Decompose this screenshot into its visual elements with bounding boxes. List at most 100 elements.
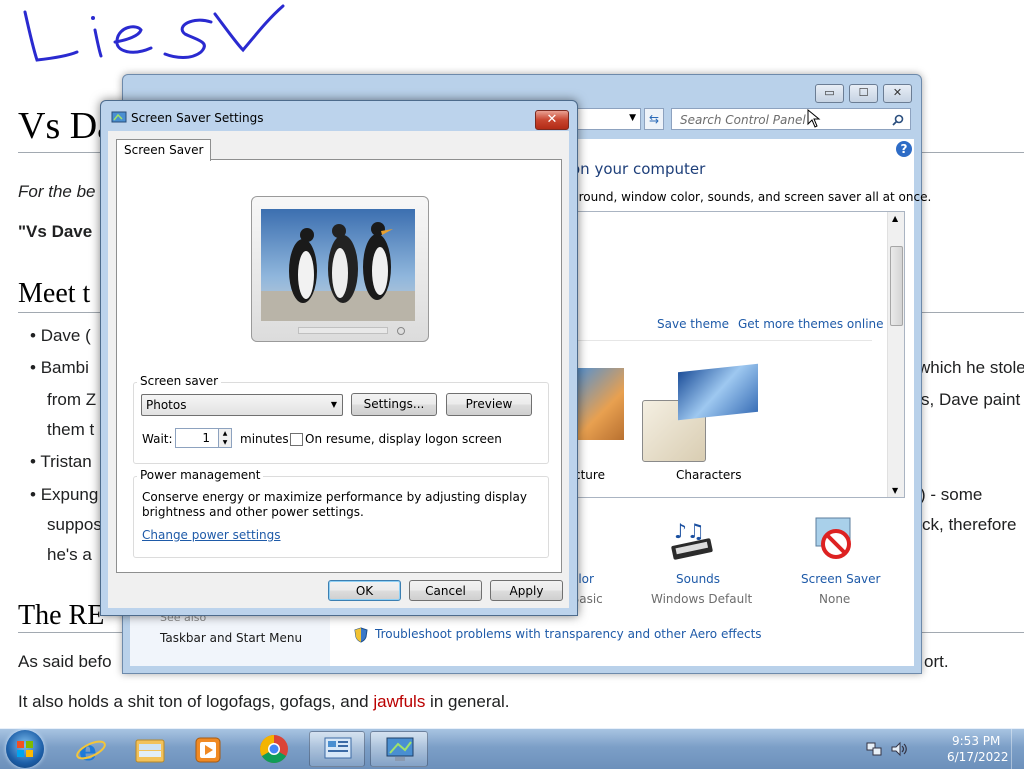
- bullet-4: • Expung: [30, 485, 99, 504]
- theme-picture-thumbnail[interactable]: [572, 368, 624, 440]
- wait-label: Wait:: [142, 432, 173, 446]
- intro-quote: "Vs Dave: [18, 222, 93, 241]
- dialog-title: Screen Saver Settings: [131, 111, 264, 125]
- screen-saver-settings-icon: [386, 737, 414, 761]
- section-heading-re: The RE: [18, 600, 105, 631]
- scroll-up-icon[interactable]: ▲: [892, 214, 898, 223]
- screen-saver-link[interactable]: Screen Saver: [801, 572, 880, 586]
- preview-button[interactable]: Preview: [446, 393, 532, 416]
- power-text-line-1: Conserve energy or maximize performance …: [142, 490, 527, 504]
- dialog-body: Screen Saver Screen saver Photos ▼ Setti…: [108, 131, 569, 608]
- monitor-base: [298, 327, 388, 334]
- minimize-button[interactable]: ▭: [815, 84, 844, 103]
- screen-saver-settings-dialog: Screen Saver Settings ✕ Screen Saver Scr…: [100, 100, 578, 616]
- show-desktop-button[interactable]: [1011, 729, 1024, 769]
- themes-list[interactable]: Save theme Get more themes online cture …: [571, 211, 905, 498]
- taskbar-media-player[interactable]: [180, 731, 234, 767]
- taskbar-start-menu-link[interactable]: Taskbar and Start Menu: [160, 631, 302, 645]
- preview-monitor: [251, 196, 429, 342]
- shield-icon: [354, 627, 368, 643]
- control-panel-icon: [324, 737, 352, 759]
- bullet-4-cont: suppos: [47, 515, 102, 534]
- svg-text:♪♫: ♪♫: [674, 519, 705, 543]
- close-button[interactable]: ✕: [883, 84, 912, 103]
- help-icon[interactable]: ?: [896, 141, 912, 157]
- personalization-heading: on your computer: [571, 160, 706, 178]
- search-input[interactable]: Search Control Panel: [671, 108, 911, 130]
- wait-minutes-input[interactable]: 1: [175, 428, 219, 448]
- monitor-power-icon: [397, 327, 405, 335]
- said-before-text: As said befo: [18, 652, 112, 671]
- save-theme-link[interactable]: Save theme: [657, 317, 729, 331]
- taskbar-screen-saver-settings[interactable]: [370, 731, 428, 767]
- handwriting-scribble: [23, 4, 285, 62]
- bullet-2: • Bambi: [30, 358, 89, 377]
- volume-icon[interactable]: [890, 741, 908, 757]
- ok-button[interactable]: OK: [328, 580, 401, 601]
- tab-screen-saver[interactable]: Screen Saver: [116, 139, 212, 161]
- folder-icon: [135, 739, 165, 763]
- sounds-icon[interactable]: ♪♫: [668, 514, 720, 566]
- screen-saver-icon[interactable]: [810, 514, 860, 564]
- sounds-link[interactable]: Sounds: [676, 572, 720, 586]
- get-more-themes-link[interactable]: Get more themes online: [738, 317, 884, 331]
- last-line: It also holds a shit ton of logofags, go…: [18, 692, 510, 711]
- taskbar-explorer[interactable]: [122, 731, 176, 767]
- taskbar-time[interactable]: 9:53 PM: [952, 734, 1000, 748]
- jawfuls-link[interactable]: jawfuls: [373, 692, 425, 711]
- change-power-settings-link[interactable]: Change power settings: [142, 528, 281, 542]
- screen-saver-tab-panel: Screen saver Photos ▼ Settings... Previe…: [116, 159, 562, 573]
- chrome-icon: [260, 735, 288, 763]
- bullet-1: • Dave (: [30, 326, 91, 345]
- chevron-down-icon[interactable]: ▼: [331, 400, 337, 409]
- said-before-right: ort.: [924, 652, 949, 671]
- themes-scrollbar[interactable]: ▲ ▼: [887, 212, 904, 497]
- themes-divider: [572, 340, 872, 341]
- screen-saver-group-label: Screen saver: [137, 374, 222, 388]
- bullet-3: • Tristan: [30, 452, 92, 471]
- right-fragment-1: which he stole: [918, 358, 1024, 377]
- apply-button[interactable]: Apply: [490, 580, 563, 601]
- power-management-label: Power management: [137, 468, 264, 482]
- settings-button[interactable]: Settings...: [351, 393, 437, 416]
- mouse-cursor-icon: [807, 109, 821, 128]
- resume-label[interactable]: On resume, display logon screen: [305, 432, 502, 446]
- bullet-4-cont2: he's a: [47, 545, 92, 564]
- intro-italic: For the be: [18, 182, 96, 201]
- resume-checkbox[interactable]: [290, 433, 303, 446]
- dialog-close-button[interactable]: ✕: [535, 110, 569, 130]
- sounds-sub: Windows Default: [651, 592, 753, 606]
- screen-saver-select-value: Photos: [146, 398, 187, 412]
- right-fragment-3: ) - some: [920, 485, 983, 504]
- cancel-button[interactable]: Cancel: [409, 580, 482, 601]
- taskbar-date[interactable]: 6/17/2022: [947, 750, 1009, 764]
- start-button[interactable]: [6, 730, 44, 768]
- refresh-icon[interactable]: ⇆: [644, 108, 664, 130]
- maximize-button[interactable]: ☐: [849, 84, 878, 103]
- screen-saver-sub: None: [819, 592, 851, 606]
- wait-value: 1: [202, 431, 210, 445]
- screen-saver-select[interactable]: Photos ▼: [141, 394, 343, 416]
- taskbar-chrome[interactable]: [248, 731, 302, 767]
- right-fragment-2: s, Dave paint: [921, 390, 1021, 409]
- minutes-label: minutes: [240, 432, 289, 446]
- scrollbar-thumb[interactable]: [890, 246, 903, 326]
- bullet-2-cont2: them t: [47, 420, 95, 439]
- network-icon[interactable]: [866, 741, 882, 757]
- chevron-down-icon[interactable]: ▼: [629, 113, 636, 123]
- scroll-down-icon[interactable]: ▼: [892, 486, 898, 495]
- internet-explorer-icon: e: [76, 734, 106, 765]
- taskbar: e 9:53 PM 6/17/2022: [0, 728, 1024, 769]
- taskbar-internet-explorer[interactable]: e: [64, 731, 118, 767]
- right-fragment-4: ck, therefore: [922, 515, 1017, 534]
- wait-stepper[interactable]: ▲ ▼: [218, 428, 232, 448]
- taskbar-control-panel[interactable]: [309, 731, 365, 767]
- windows-logo-icon: [17, 741, 33, 757]
- power-text-line-2: brightness and other power settings.: [142, 505, 364, 519]
- theme-characters-label: Characters: [676, 468, 742, 482]
- theme-picture-label: cture: [574, 468, 605, 482]
- display-icon: [111, 111, 127, 123]
- search-icon[interactable]: [892, 114, 904, 126]
- troubleshoot-link[interactable]: Troubleshoot problems with transparency …: [375, 627, 762, 641]
- section-heading-meet: Meet t: [18, 278, 91, 309]
